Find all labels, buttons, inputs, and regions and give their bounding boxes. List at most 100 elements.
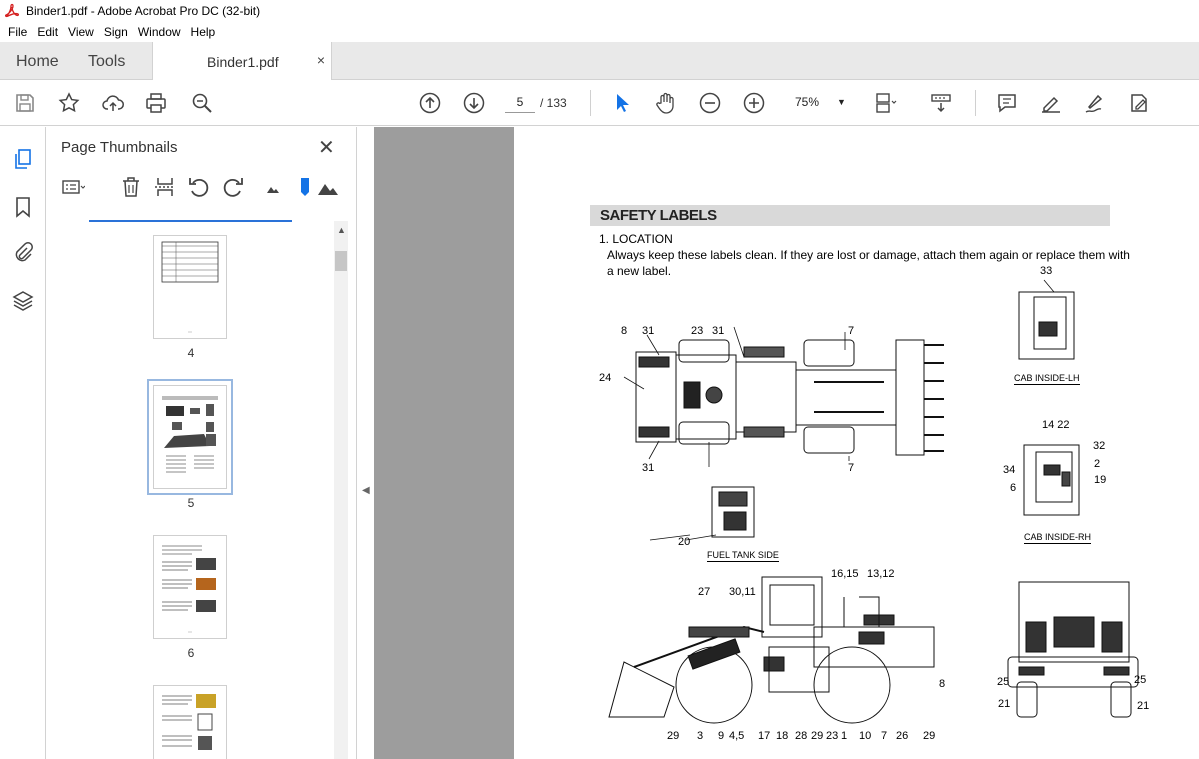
close-panel-button[interactable]: ✕ bbox=[318, 135, 335, 160]
scroll-mode-icon[interactable] bbox=[929, 91, 953, 115]
left-navigation-rail bbox=[0, 127, 46, 759]
callout-number: 23 bbox=[826, 730, 839, 742]
page-total: / 133 bbox=[540, 96, 567, 110]
menu-edit[interactable]: Edit bbox=[32, 25, 63, 39]
callout-number: 8 bbox=[939, 678, 946, 690]
callout-number: 29 bbox=[923, 730, 936, 742]
callout-number: 20 bbox=[678, 536, 691, 548]
callout-number: 25 bbox=[1134, 674, 1147, 686]
attachments-icon[interactable] bbox=[11, 241, 35, 265]
callout-number: 8 bbox=[621, 325, 628, 337]
callout-number: 31 bbox=[642, 462, 655, 474]
highlight-pen-icon[interactable] bbox=[1039, 91, 1063, 115]
page-display-icon[interactable] bbox=[873, 91, 897, 115]
thumbnail-large-icon[interactable] bbox=[316, 175, 340, 199]
acrobat-logo-icon bbox=[4, 3, 20, 18]
thumbnail-label: 6 bbox=[187, 646, 195, 660]
options-menu-icon[interactable] bbox=[61, 175, 85, 199]
thumbnail-small-icon[interactable] bbox=[261, 175, 285, 199]
callout-number: 30,11 bbox=[729, 586, 756, 598]
close-tab-button[interactable]: × bbox=[317, 52, 325, 68]
thumbnail-page-5[interactable] bbox=[147, 379, 233, 495]
collapse-panel-icon[interactable]: ◀ bbox=[362, 485, 370, 496]
menu-help[interactable]: Help bbox=[186, 25, 221, 39]
delete-page-icon[interactable] bbox=[119, 175, 143, 199]
next-page-icon[interactable] bbox=[462, 91, 486, 115]
comment-icon[interactable] bbox=[995, 91, 1019, 115]
callout-number: 23 bbox=[691, 325, 704, 337]
zoom-in-icon[interactable] bbox=[742, 91, 766, 115]
scroll-up-icon[interactable]: ▲ bbox=[337, 225, 346, 235]
rotate-clockwise-icon[interactable] bbox=[221, 175, 245, 199]
upload-cloud-icon[interactable] bbox=[101, 91, 125, 115]
caption-fuel-tank-side: FUEL TANK SIDE bbox=[707, 550, 779, 562]
document-viewer[interactable]: SAFETY LABELS 1. LOCATION Always keep th… bbox=[374, 127, 1199, 759]
menu-file[interactable]: File bbox=[3, 25, 32, 39]
thumbnail-page-6[interactable] bbox=[153, 535, 227, 639]
callout-number: 29 bbox=[667, 730, 680, 742]
callout-number: 21 bbox=[998, 698, 1011, 710]
panel-splitter[interactable]: ◀ bbox=[356, 127, 374, 759]
thumbnail-scrollbar[interactable]: ▲ bbox=[334, 221, 348, 759]
print-icon[interactable] bbox=[144, 91, 168, 115]
page-4-preview bbox=[161, 241, 219, 333]
tab-bar: Home Tools Binder1.pdf × bbox=[0, 42, 1199, 81]
page-number-input[interactable]: 5 bbox=[505, 91, 535, 113]
previous-page-icon[interactable] bbox=[418, 91, 442, 115]
callout-number: 17 bbox=[758, 730, 771, 742]
extract-page-icon[interactable] bbox=[153, 175, 177, 199]
callout-number: 18 bbox=[776, 730, 789, 742]
tab-home[interactable]: Home bbox=[16, 53, 59, 71]
menu-view[interactable]: View bbox=[63, 25, 99, 39]
zoom-level-select[interactable]: 75% ▼ bbox=[785, 91, 855, 113]
side-view-drawing bbox=[608, 576, 935, 724]
rotate-counterclockwise-icon[interactable] bbox=[187, 175, 211, 199]
scrollbar-thumb[interactable] bbox=[335, 251, 347, 271]
select-cursor-icon[interactable] bbox=[610, 91, 634, 115]
callout-number: 32 bbox=[1093, 440, 1106, 452]
page-thumbnails-panel: Page Thumbnails ✕ 4 5 6 ▲ bbox=[46, 127, 356, 759]
bookmark-star-icon[interactable] bbox=[57, 91, 81, 115]
callout-number: 31 bbox=[642, 325, 655, 337]
callout-number: 27 bbox=[698, 586, 711, 598]
thumbnail-page-7[interactable] bbox=[153, 685, 227, 759]
callout-number: 2 bbox=[1094, 458, 1101, 470]
caption-cab-inside-lh: CAB INSIDE-LH bbox=[1014, 373, 1080, 385]
thumbnail-label: 5 bbox=[187, 496, 195, 510]
callout-number: 24 bbox=[599, 372, 612, 384]
hand-tool-icon[interactable] bbox=[654, 91, 678, 115]
save-icon[interactable] bbox=[13, 91, 37, 115]
page-6-preview bbox=[162, 545, 216, 633]
zoom-level-value: 75% bbox=[795, 95, 820, 109]
cab-inside-rh-drawing bbox=[1023, 444, 1080, 516]
thumbnail-list: 4 5 6 bbox=[46, 227, 334, 759]
menu-window[interactable]: Window bbox=[133, 25, 186, 39]
thumbnail-size-slider[interactable] bbox=[89, 220, 292, 222]
layers-icon[interactable] bbox=[11, 289, 35, 313]
page-5-preview bbox=[162, 396, 218, 473]
callout-number: 9 bbox=[718, 730, 725, 742]
callout-number: 31 bbox=[712, 325, 725, 337]
main-toolbar: 5 / 133 75% ▼ bbox=[0, 80, 1199, 126]
tab-tools[interactable]: Tools bbox=[88, 53, 125, 71]
callout-number: 26 bbox=[896, 730, 909, 742]
thumbnail-slider-handle-icon[interactable] bbox=[293, 175, 317, 199]
edit-pdf-icon[interactable] bbox=[1127, 91, 1151, 115]
toolbar-divider bbox=[590, 90, 591, 116]
callout-number: 7 bbox=[848, 325, 855, 337]
thumbnail-page-4[interactable] bbox=[153, 235, 227, 339]
tab-document-label: Binder1.pdf bbox=[207, 54, 279, 70]
fuel-tank-drawing bbox=[685, 486, 755, 541]
thumbnail-toolbar bbox=[56, 175, 346, 205]
find-zoom-icon[interactable] bbox=[190, 91, 214, 115]
page-thumbnails-icon[interactable] bbox=[11, 147, 35, 171]
bookmarks-icon[interactable] bbox=[11, 195, 35, 219]
zoom-out-icon[interactable] bbox=[698, 91, 722, 115]
tab-document[interactable]: Binder1.pdf × bbox=[152, 42, 332, 81]
menu-sign[interactable]: Sign bbox=[99, 25, 133, 39]
thumbnail-label: 4 bbox=[187, 346, 195, 360]
panel-title: Page Thumbnails bbox=[61, 139, 178, 156]
fill-sign-icon[interactable] bbox=[1083, 91, 1107, 115]
callout-number: 33 bbox=[1040, 265, 1053, 277]
callout-number: 21 bbox=[1137, 700, 1150, 712]
